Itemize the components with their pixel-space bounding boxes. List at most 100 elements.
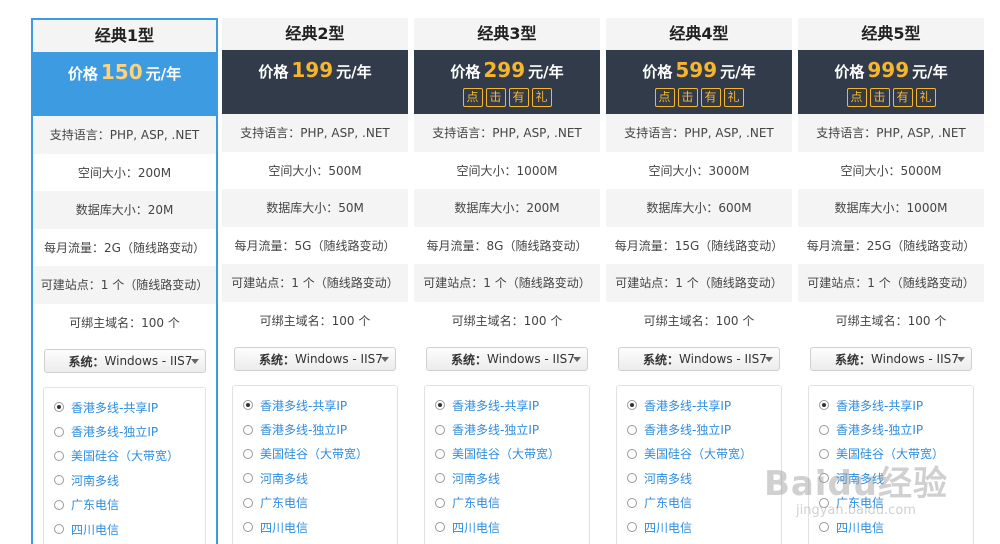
radio-icon[interactable] xyxy=(435,424,445,435)
promo-char[interactable]: 礼 xyxy=(531,88,552,107)
line-option-label[interactable]: 广东电信 xyxy=(644,494,692,511)
radio-icon[interactable] xyxy=(819,448,829,459)
promo-badge[interactable]: 点击有礼 xyxy=(606,88,792,107)
plan-card-3[interactable]: 经典3型 价格 299 元/年点击有礼支持语言：PHP, ASP, .NET 空间大小：… xyxy=(414,18,600,544)
line-option-label[interactable]: 香港多线-独立IP xyxy=(452,421,539,438)
line-option[interactable]: 河南多线 xyxy=(54,468,205,492)
line-option-label[interactable]: 河南多线 xyxy=(644,470,692,487)
line-option[interactable]: 四川电信 xyxy=(435,515,589,539)
radio-icon[interactable] xyxy=(243,473,253,484)
line-option[interactable]: 香港多线-独立IP xyxy=(435,417,589,441)
line-option-label[interactable]: 香港多线-独立IP xyxy=(71,423,158,440)
line-option[interactable]: 广东电信 xyxy=(435,491,589,515)
line-option[interactable]: 河南多线 xyxy=(435,466,589,490)
radio-icon[interactable] xyxy=(243,497,253,508)
line-option[interactable]: 河南多线 xyxy=(243,466,397,490)
line-option[interactable]: 香港多线-共享IP xyxy=(243,393,397,417)
os-select[interactable]: 系统： Windows - IIS7 xyxy=(810,347,972,371)
promo-badge[interactable]: 点击有礼 xyxy=(798,88,984,107)
line-option-label[interactable]: 河南多线 xyxy=(260,470,308,487)
line-option[interactable]: 河南多线 xyxy=(819,466,973,490)
os-select[interactable]: 系统： Windows - IIS7 xyxy=(234,347,396,371)
line-option[interactable]: 香港多线-独立IP xyxy=(243,417,397,441)
radio-icon[interactable] xyxy=(627,400,637,411)
radio-icon[interactable] xyxy=(819,400,829,411)
line-option-label[interactable]: 四川电信 xyxy=(71,521,119,538)
radio-icon[interactable] xyxy=(54,450,64,461)
line-option-label[interactable]: 香港多线-独立IP xyxy=(260,421,347,438)
radio-icon[interactable] xyxy=(435,448,445,459)
line-option[interactable]: 广东电信 xyxy=(627,491,781,515)
radio-icon[interactable] xyxy=(435,400,445,411)
line-option-label[interactable]: 香港多线-独立IP xyxy=(836,421,923,438)
line-option[interactable]: 美国硅谷（大带宽） xyxy=(54,444,205,468)
radio-icon[interactable] xyxy=(819,473,829,484)
line-option-label[interactable]: 香港多线-共享IP xyxy=(644,397,731,414)
line-option[interactable]: 香港多线-独立IP xyxy=(819,417,973,441)
radio-icon[interactable] xyxy=(243,424,253,435)
promo-char[interactable]: 有 xyxy=(892,88,913,107)
os-select[interactable]: 系统： Windows - IIS7 xyxy=(618,347,780,371)
line-option-label[interactable]: 美国硅谷（大带宽） xyxy=(644,445,752,462)
line-option[interactable]: 四川电信 xyxy=(54,517,205,541)
radio-icon[interactable] xyxy=(435,497,445,508)
line-option[interactable]: 美国硅谷（大带宽） xyxy=(627,442,781,466)
line-option-label[interactable]: 广东电信 xyxy=(260,494,308,511)
line-option-label[interactable]: 河南多线 xyxy=(71,472,119,489)
line-option[interactable]: 美国硅谷（大带宽） xyxy=(435,442,589,466)
radio-icon[interactable] xyxy=(819,522,829,533)
line-option-label[interactable]: 广东电信 xyxy=(836,494,884,511)
line-option[interactable]: 香港多线-独立IP xyxy=(54,419,205,443)
radio-icon[interactable] xyxy=(54,402,64,413)
line-option[interactable]: 香港多线-共享IP xyxy=(54,395,205,419)
radio-icon[interactable] xyxy=(627,522,637,533)
radio-icon[interactable] xyxy=(54,426,64,437)
promo-char[interactable]: 点 xyxy=(654,88,675,107)
line-option-label[interactable]: 广东电信 xyxy=(452,494,500,511)
promo-char[interactable]: 礼 xyxy=(915,88,936,107)
promo-char[interactable]: 击 xyxy=(869,88,890,107)
radio-icon[interactable] xyxy=(819,497,829,508)
radio-icon[interactable] xyxy=(627,473,637,484)
line-option[interactable]: 四川电信 xyxy=(243,515,397,539)
plan-card-4[interactable]: 经典4型 价格 599 元/年点击有礼支持语言：PHP, ASP, .NET 空间大小：… xyxy=(606,18,792,544)
line-option[interactable]: 广东电信 xyxy=(54,493,205,517)
promo-char[interactable]: 点 xyxy=(846,88,867,107)
line-option[interactable]: 四川电信 xyxy=(627,515,781,539)
promo-char[interactable]: 点 xyxy=(462,88,483,107)
radio-icon[interactable] xyxy=(627,497,637,508)
plan-card-5[interactable]: 经典5型 价格 999 元/年点击有礼支持语言：PHP, ASP, .NET 空间大小：… xyxy=(798,18,984,544)
radio-icon[interactable] xyxy=(627,448,637,459)
radio-icon[interactable] xyxy=(54,524,64,535)
line-option-label[interactable]: 四川电信 xyxy=(836,519,884,536)
promo-char[interactable]: 击 xyxy=(485,88,506,107)
line-option-label[interactable]: 香港多线-共享IP xyxy=(71,399,158,416)
promo-badge[interactable]: 点击有礼 xyxy=(414,88,600,107)
line-option-label[interactable]: 美国硅谷（大带宽） xyxy=(260,445,368,462)
line-option[interactable]: 香港多线-共享IP xyxy=(819,393,973,417)
plan-card-1[interactable]: 经典1型 价格 150 元/年 支持语言：PHP, ASP, .NET 空间大小：200M… xyxy=(31,18,218,544)
radio-icon[interactable] xyxy=(243,522,253,533)
line-option[interactable]: 广东电信 xyxy=(243,491,397,515)
plan-card-2[interactable]: 经典2型 价格 199 元/年 支持语言：PHP, ASP, .NET 空间大小：500M… xyxy=(222,18,408,544)
line-option[interactable]: 美国硅谷（大带宽） xyxy=(819,442,973,466)
os-select[interactable]: 系统： Windows - IIS7 xyxy=(426,347,588,371)
radio-icon[interactable] xyxy=(435,473,445,484)
line-option-label[interactable]: 美国硅谷（大带宽） xyxy=(452,445,560,462)
line-option-label[interactable]: 美国硅谷（大带宽） xyxy=(836,445,944,462)
radio-icon[interactable] xyxy=(54,499,64,510)
radio-icon[interactable] xyxy=(243,448,253,459)
radio-icon[interactable] xyxy=(627,424,637,435)
promo-char[interactable]: 击 xyxy=(677,88,698,107)
line-option-label[interactable]: 四川电信 xyxy=(260,519,308,536)
line-option[interactable]: 香港多线-共享IP xyxy=(435,393,589,417)
line-option-label[interactable]: 河南多线 xyxy=(452,470,500,487)
line-option-label[interactable]: 广东电信 xyxy=(71,496,119,513)
os-select[interactable]: 系统： Windows - IIS7 xyxy=(43,349,206,373)
line-option[interactable]: 四川电信 xyxy=(819,515,973,539)
radio-icon[interactable] xyxy=(243,400,253,411)
line-option-label[interactable]: 香港多线-共享IP xyxy=(452,397,539,414)
line-option-label[interactable]: 四川电信 xyxy=(644,519,692,536)
line-option-label[interactable]: 香港多线-独立IP xyxy=(644,421,731,438)
radio-icon[interactable] xyxy=(435,522,445,533)
